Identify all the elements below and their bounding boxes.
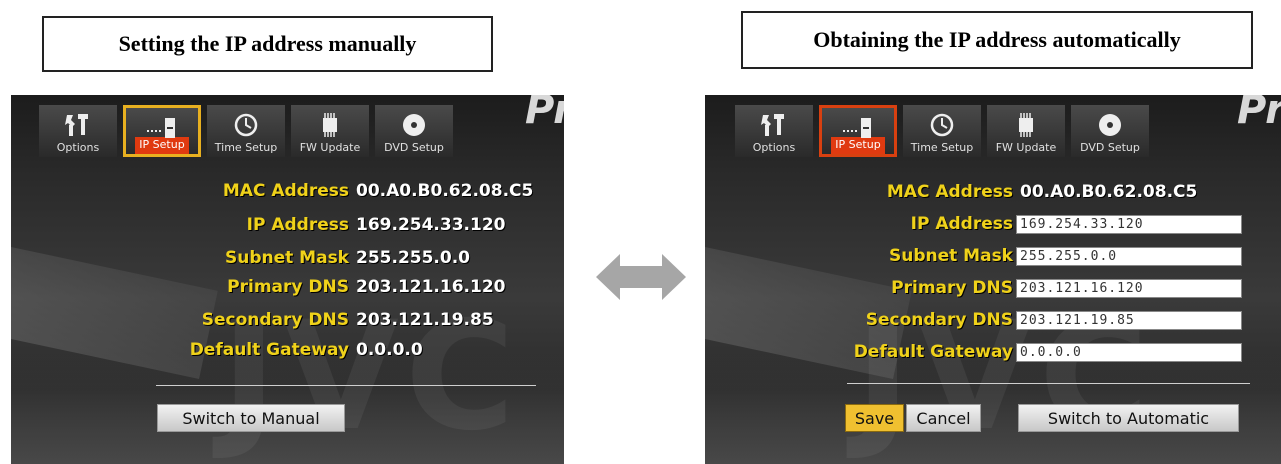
- ip-input[interactable]: 169.254.33.120: [1016, 214, 1242, 234]
- primary-dns-label: Primary DNS: [227, 277, 349, 297]
- mac-label: MAC Address: [886, 182, 1013, 202]
- gateway-row: Default Gateway 0.0.0.0: [785, 340, 1242, 364]
- primary-dns-row: Primary DNS 203.121.16.120: [785, 276, 1242, 300]
- subnet-row: Subnet Mask 255.255.0.0: [785, 244, 1242, 268]
- mac-label: MAC Address: [222, 181, 349, 201]
- subnet-label: Subnet Mask: [888, 246, 1013, 266]
- subnet-row: Subnet Mask 255.255.0.0: [131, 246, 470, 270]
- gateway-row: Default Gateway 0.0.0.0: [131, 338, 423, 362]
- secondary-dns-row: Secondary DNS 203.121.19.85: [785, 308, 1242, 332]
- ip-row: IP Address 169.254.33.120: [131, 213, 506, 237]
- gateway-label: Default Gateway: [853, 342, 1013, 362]
- primary-dns-label: Primary DNS: [891, 278, 1013, 298]
- subnet-label: Subnet Mask: [224, 248, 349, 268]
- automatic-ip-screen: JVC Pr Options IP Setup Time Setup FW Up…: [705, 95, 1281, 464]
- gateway-input[interactable]: 0.0.0.0: [1016, 342, 1242, 362]
- subnet-input[interactable]: 255.255.0.0: [1016, 246, 1242, 266]
- caption-manual-text: Setting the IP address manually: [118, 31, 417, 56]
- secondary-dns-row: Secondary DNS 203.121.19.85: [131, 308, 494, 332]
- caption-automatic: Obtaining the IP address automatically: [741, 11, 1253, 69]
- secondary-dns-value: 203.121.19.85: [356, 310, 494, 330]
- ip-label: IP Address: [246, 215, 349, 235]
- manual-ip-screen: JVC Pr Options IP Setup Time Setup: [11, 95, 564, 464]
- mac-value: 00.A0.B0.62.08.C5: [356, 181, 534, 201]
- mac-row: MAC Address 00.A0.B0.62.08.C5: [785, 180, 1197, 204]
- page: Setting the IP address manually Obtainin…: [0, 0, 1281, 464]
- switch-to-manual-button[interactable]: Switch to Manual: [157, 404, 345, 432]
- mac-value: 00.A0.B0.62.08.C5: [1020, 182, 1198, 202]
- caption-automatic-text: Obtaining the IP address automatically: [813, 27, 1181, 52]
- subnet-value: 255.255.0.0: [356, 248, 471, 268]
- secondary-dns-input[interactable]: 203.121.19.85: [1016, 310, 1242, 330]
- primary-dns-value: 203.121.16.120: [356, 277, 506, 297]
- primary-dns-row: Primary DNS 203.121.16.120: [131, 275, 506, 299]
- gateway-value: 0.0.0.0: [356, 340, 423, 360]
- ip-value: 169.254.33.120: [356, 215, 506, 235]
- gateway-label: Default Gateway: [189, 340, 349, 360]
- section-divider: [156, 385, 536, 386]
- cancel-button[interactable]: Cancel: [906, 404, 981, 432]
- section-divider: [847, 383, 1250, 384]
- caption-manual: Setting the IP address manually: [42, 16, 493, 72]
- primary-dns-input[interactable]: 203.121.16.120: [1016, 278, 1242, 298]
- secondary-dns-label: Secondary DNS: [201, 310, 349, 330]
- ip-label: IP Address: [910, 214, 1013, 234]
- save-button[interactable]: Save: [845, 404, 904, 432]
- secondary-dns-label: Secondary DNS: [865, 310, 1013, 330]
- switch-to-automatic-button[interactable]: Switch to Automatic: [1018, 404, 1239, 432]
- ip-row: IP Address 169.254.33.120: [785, 212, 1242, 236]
- mac-row: MAC Address 00.A0.B0.62.08.C5: [131, 179, 533, 203]
- double-arrow-icon: [596, 254, 686, 300]
